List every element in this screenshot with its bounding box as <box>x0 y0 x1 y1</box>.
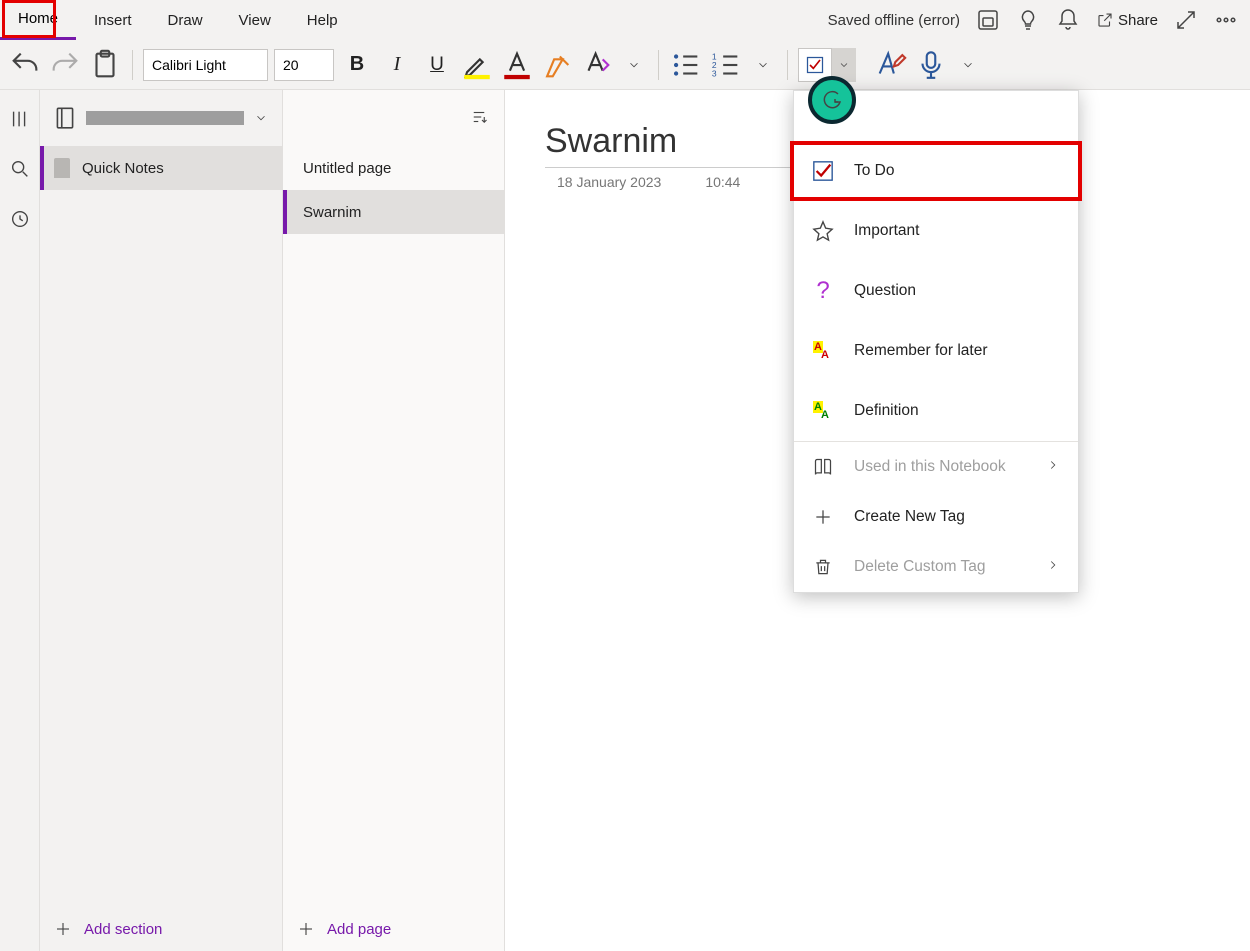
tag-option-todo[interactable]: To Do <box>790 141 1082 201</box>
underline-button[interactable]: U <box>420 48 454 82</box>
tag-option-label: Definition <box>854 402 919 420</box>
clear-formatting-button[interactable] <box>540 48 574 82</box>
lightbulb-icon[interactable] <box>1016 8 1040 32</box>
redo-button[interactable] <box>48 48 82 82</box>
notebook-selector[interactable] <box>40 90 282 146</box>
separator <box>132 50 133 80</box>
bullet-list-button[interactable] <box>669 48 703 82</box>
ink-to-text-button[interactable] <box>874 48 908 82</box>
add-page-button[interactable]: Add page <box>283 907 504 951</box>
tab-insert[interactable]: Insert <box>76 0 150 40</box>
tags-dropdown-panel: To Do Important ? Question AA Remember f… <box>793 90 1079 593</box>
trash-icon <box>812 556 834 578</box>
add-section-label: Add section <box>84 921 162 938</box>
menubar-right: Saved offline (error) Share <box>828 8 1250 32</box>
tag-option-label: Used in this Notebook <box>854 458 1006 476</box>
note-time: 10:44 <box>705 174 740 190</box>
menubar: Home Insert Draw View Help Saved offline… <box>0 0 1250 40</box>
notebook-name-redacted <box>86 111 244 125</box>
pages-column: Untitled page Swarnim Add page <box>283 90 505 951</box>
sections-column: Quick Notes Add section <box>40 90 283 951</box>
highlight-button[interactable] <box>460 48 494 82</box>
tag-option-label: Delete Custom Tag <box>854 558 986 576</box>
fullscreen-icon[interactable] <box>1174 8 1198 32</box>
numbered-list-button[interactable]: 123 <box>709 48 743 82</box>
font-group-more-icon[interactable] <box>620 58 648 72</box>
left-rail <box>0 90 40 951</box>
font-family-input[interactable] <box>143 49 268 81</box>
grammarly-icon[interactable] <box>808 76 856 124</box>
definition-icon: AA <box>812 400 834 422</box>
tag-option-definition[interactable]: AA Definition <box>794 381 1078 441</box>
share-label: Share <box>1118 12 1158 29</box>
page-item-untitled[interactable]: Untitled page <box>283 146 504 190</box>
separator <box>787 50 788 80</box>
svg-text:3: 3 <box>712 68 717 78</box>
notebook-icon <box>52 105 78 131</box>
note-title[interactable]: Swarnim <box>545 122 825 168</box>
chevron-down-icon <box>252 111 270 125</box>
tag-option-label: Create New Tag <box>854 508 965 526</box>
bold-button[interactable]: B <box>340 48 374 82</box>
tag-option-important[interactable]: Important <box>794 201 1078 261</box>
tab-home[interactable]: Home <box>0 0 76 40</box>
tag-option-delete: Delete Custom Tag <box>794 542 1078 592</box>
tab-draw[interactable]: Draw <box>150 0 221 40</box>
tab-view[interactable]: View <box>221 0 289 40</box>
bell-icon[interactable] <box>1056 8 1080 32</box>
save-status-label: Saved offline (error) <box>828 12 960 29</box>
question-icon: ? <box>812 280 834 302</box>
more-icon[interactable] <box>1214 8 1238 32</box>
undo-button[interactable] <box>8 48 42 82</box>
menu-tabs: Home Insert Draw View Help <box>0 0 356 40</box>
font-color-button[interactable] <box>500 48 534 82</box>
feed-icon[interactable] <box>976 8 1000 32</box>
tag-option-label: Important <box>854 222 919 240</box>
tag-option-used-in-notebook: Used in this Notebook <box>794 442 1078 492</box>
notebooks-icon[interactable] <box>9 108 31 130</box>
pages-header <box>283 90 504 146</box>
italic-button[interactable]: I <box>380 48 414 82</box>
paragraph-group-more-icon[interactable] <box>749 58 777 72</box>
add-page-label: Add page <box>327 921 391 938</box>
recent-icon[interactable] <box>9 208 31 230</box>
note-date: 18 January 2023 <box>557 174 661 190</box>
star-icon <box>812 220 834 242</box>
tag-option-create-new[interactable]: Create New Tag <box>794 492 1078 542</box>
remember-icon: AA <box>812 340 834 362</box>
separator <box>658 50 659 80</box>
ribbon: B I U 123 <box>0 40 1250 90</box>
plus-icon <box>812 506 834 528</box>
tab-help[interactable]: Help <box>289 0 356 40</box>
sort-icon[interactable] <box>470 108 488 129</box>
tag-option-remember[interactable]: AA Remember for later <box>794 321 1078 381</box>
font-size-input[interactable] <box>274 49 334 81</box>
voice-group-more-icon[interactable] <box>954 58 982 72</box>
chevron-right-icon <box>1046 458 1060 477</box>
book-icon <box>812 456 834 478</box>
todo-checkbox-icon <box>812 160 834 182</box>
chevron-right-icon <box>1046 558 1060 577</box>
styles-button[interactable] <box>580 48 614 82</box>
dictate-button[interactable] <box>914 48 948 82</box>
tag-option-label: Remember for later <box>854 342 988 360</box>
tag-option-label: Question <box>854 282 916 300</box>
section-label: Quick Notes <box>82 160 164 177</box>
section-tab-icon <box>54 158 70 178</box>
page-item-swarnim[interactable]: Swarnim <box>283 190 504 234</box>
add-section-button[interactable]: Add section <box>40 907 282 951</box>
tag-option-label: To Do <box>854 162 895 180</box>
share-button[interactable]: Share <box>1096 11 1158 29</box>
section-item-quick-notes[interactable]: Quick Notes <box>40 146 282 190</box>
clipboard-button[interactable] <box>88 48 122 82</box>
search-icon[interactable] <box>9 158 31 180</box>
tag-option-question[interactable]: ? Question <box>794 261 1078 321</box>
